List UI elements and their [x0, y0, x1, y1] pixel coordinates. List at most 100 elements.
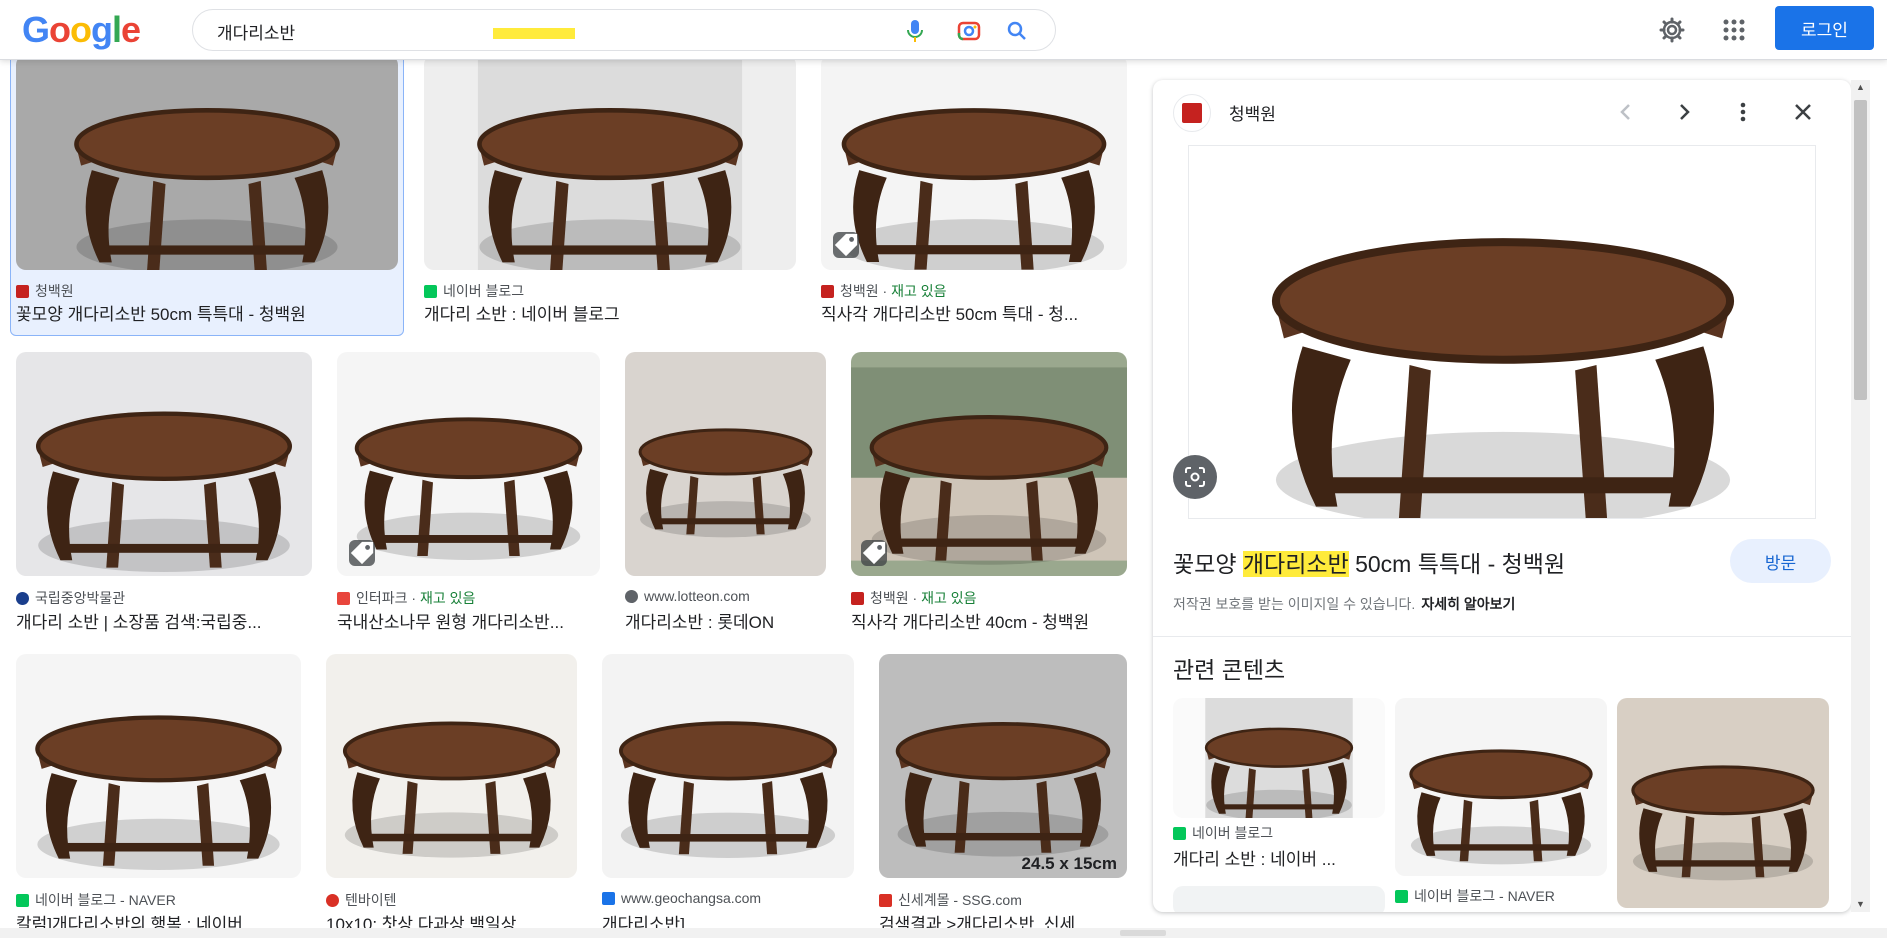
result-tile[interactable]: 청백원 · 재고 있음 직사각 개다리소반 50cm 특대 - 청...	[821, 60, 1127, 330]
source-name: 네이버 블로그	[443, 283, 525, 299]
result-title[interactable]: 개다리 소반 : 네이버 블로그	[424, 300, 796, 325]
scroll-up-arrow[interactable]: ▲	[1855, 82, 1866, 93]
source-favicon	[821, 284, 834, 298]
globe-icon	[625, 589, 638, 603]
related-tile[interactable]: 네이버 블로그 - NAVER	[1395, 698, 1607, 908]
microphone-icon[interactable]	[903, 19, 927, 43]
result-thumbnail	[16, 352, 312, 576]
title-highlight: 개다리소반	[1242, 551, 1349, 577]
related-thumbnail	[1395, 698, 1607, 876]
result-title[interactable]: 꽃모양 개다리소반 50cm 특특대 - 청백원	[16, 300, 398, 325]
source-name: 네이버 블로그 - NAVER	[1414, 888, 1555, 904]
result-thumbnail	[337, 352, 600, 576]
source-favicon	[337, 591, 350, 605]
result-title[interactable]: 개다리 소반 | 소장품 검색:국립중...	[16, 608, 312, 633]
logo-letter: o	[70, 9, 92, 50]
preview-title[interactable]: 꽃모양 개다리소반 50cm 특특대 - 청백원	[1173, 545, 1565, 579]
close-icon[interactable]	[1787, 96, 1819, 128]
login-button[interactable]: 로그인	[1775, 6, 1874, 50]
result-thumbnail	[424, 60, 796, 270]
panel-header: 청백원	[1153, 80, 1851, 144]
result-tile[interactable]: 텐바이텐 10x10: 찻상 다과상 백일상 ...	[326, 654, 577, 934]
horizontal-scrollbar[interactable]	[0, 928, 1887, 938]
preview-image[interactable]	[1188, 145, 1816, 519]
result-tile[interactable]: 24.5 x 15cm 신세계몰 - SSG.com 검색결과 >개다리소반. …	[879, 654, 1127, 934]
visit-button[interactable]: 방문	[1730, 539, 1831, 583]
result-source: 국립중앙박물관	[16, 588, 125, 608]
result-title[interactable]: 직사각 개다리소반 40cm - 청백원	[851, 608, 1127, 633]
result-tile[interactable]: 네이버 블로그 개다리 소반 : 네이버 블로그	[424, 60, 796, 330]
result-thumbnail	[326, 654, 577, 878]
result-thumbnail: 24.5 x 15cm	[879, 654, 1127, 878]
source-name: 네이버 블로그	[1192, 825, 1274, 841]
source-favicon	[424, 284, 437, 298]
panel-source-name[interactable]: 청백원	[1229, 100, 1276, 125]
image-preview-panel: 청백원 꽃모양 개다리소반 50cm 특특대 - 청백원 방문 저작권 보호를 …	[1153, 80, 1851, 912]
source-favicon	[16, 284, 29, 298]
divider	[1153, 636, 1851, 637]
result-thumbnail	[625, 352, 826, 576]
price-tag-icon	[833, 232, 859, 258]
scroll-thumb[interactable]	[1120, 930, 1166, 936]
related-tile[interactable]: 네이버 블로그 개다리 소반 : 네이버 ...	[1173, 698, 1385, 912]
result-tile[interactable]: 청백원 · 재고 있음 직사각 개다리소반 40cm - 청백원	[851, 352, 1127, 632]
source-name: 텐바이텐	[345, 892, 397, 908]
search-input[interactable]	[217, 18, 857, 44]
source-favicon	[851, 591, 864, 605]
google-lens-icon[interactable]	[957, 19, 981, 43]
stock-status: 재고 있음	[891, 283, 947, 299]
related-tile[interactable]	[1617, 698, 1829, 908]
source-name: 네이버 블로그 - NAVER	[35, 892, 176, 908]
stock-status: 재고 있음	[921, 590, 977, 606]
result-thumbnail	[16, 654, 301, 878]
source-favicon[interactable]	[1173, 94, 1211, 132]
search-icon[interactable]	[1005, 19, 1029, 43]
result-thumbnail	[821, 60, 1127, 270]
more-vert-icon[interactable]	[1727, 96, 1759, 128]
result-tile[interactable]: www.lotteon.com 개다리소반 : 롯데ON	[625, 352, 826, 632]
source-name: 청백원	[840, 283, 879, 299]
image-results-grid: 청백원 꽃모양 개다리소반 50cm 특특대 - 청백원 네이버 블로그 개다리…	[0, 60, 1140, 938]
dimension-overlay: 24.5 x 15cm	[1021, 854, 1117, 873]
related-thumbnail	[1173, 698, 1385, 818]
copyright-text: 저작권 보호를 받는 이미지일 수 있습니다.	[1173, 596, 1416, 612]
related-thumbnail	[1173, 886, 1385, 912]
apps-grid-icon[interactable]	[1718, 14, 1750, 46]
related-heading: 관련 콘텐츠	[1173, 657, 1286, 683]
result-tile[interactable]: 네이버 블로그 - NAVER 칼럼]개다리소반의 행복 : 네이버 ...	[16, 654, 301, 934]
learn-more-link[interactable]: 자세히 알아보기	[1421, 596, 1515, 612]
result-source: 네이버 블로그	[424, 281, 524, 301]
result-tile[interactable]: 청백원 꽃모양 개다리소반 50cm 특특대 - 청백원	[10, 60, 404, 336]
source-name: 신세계몰 - SSG.com	[898, 892, 1022, 908]
google-logo[interactable]: G o o g l e	[22, 9, 141, 50]
chevron-right-icon[interactable]	[1669, 96, 1701, 128]
source-favicon	[1173, 826, 1186, 840]
scroll-down-arrow[interactable]: ▼	[1855, 899, 1866, 910]
title-prefix: 꽃모양	[1173, 551, 1243, 577]
result-source: www.lotteon.com	[625, 588, 750, 604]
result-source: 청백원 · 재고 있음	[821, 281, 947, 301]
source-favicon	[879, 893, 892, 907]
result-source: 청백원 · 재고 있음	[851, 588, 977, 608]
related-title[interactable]: 개다리 소반 : 네이버 ...	[1173, 845, 1385, 870]
panel-scrollbar[interactable]: ▲ ▼	[1851, 80, 1870, 912]
result-title[interactable]: 직사각 개다리소반 50cm 특대 - 청...	[821, 300, 1127, 325]
result-source: 신세계몰 - SSG.com	[879, 890, 1022, 910]
source-name: 청백원	[35, 283, 74, 299]
scroll-thumb[interactable]	[1854, 100, 1867, 400]
result-tile[interactable]: www.geochangsa.com 개다리소반]	[602, 654, 854, 934]
result-tile[interactable]: 국립중앙박물관 개다리 소반 | 소장품 검색:국립중...	[16, 352, 312, 632]
price-tag-icon	[861, 540, 887, 566]
result-source: 네이버 블로그 - NAVER	[16, 890, 176, 910]
result-title[interactable]: 국내산소나무 원형 개다리소반...	[337, 608, 600, 633]
source-name: www.geochangsa.com	[621, 890, 762, 906]
stock-status: 재고 있음	[419, 590, 476, 606]
chevron-left-icon[interactable]	[1609, 96, 1641, 128]
source-name: 청백원	[870, 590, 909, 606]
result-title[interactable]: 개다리소반 : 롯데ON	[625, 608, 826, 633]
gear-icon[interactable]	[1656, 14, 1688, 46]
result-source: 인터파크 · 재고 있음	[337, 588, 475, 608]
result-tile[interactable]: 인터파크 · 재고 있음 국내산소나무 원형 개다리소반...	[337, 352, 600, 632]
google-lens-button[interactable]	[1173, 455, 1217, 499]
header: G o o g l e 로그인	[0, 0, 1887, 60]
